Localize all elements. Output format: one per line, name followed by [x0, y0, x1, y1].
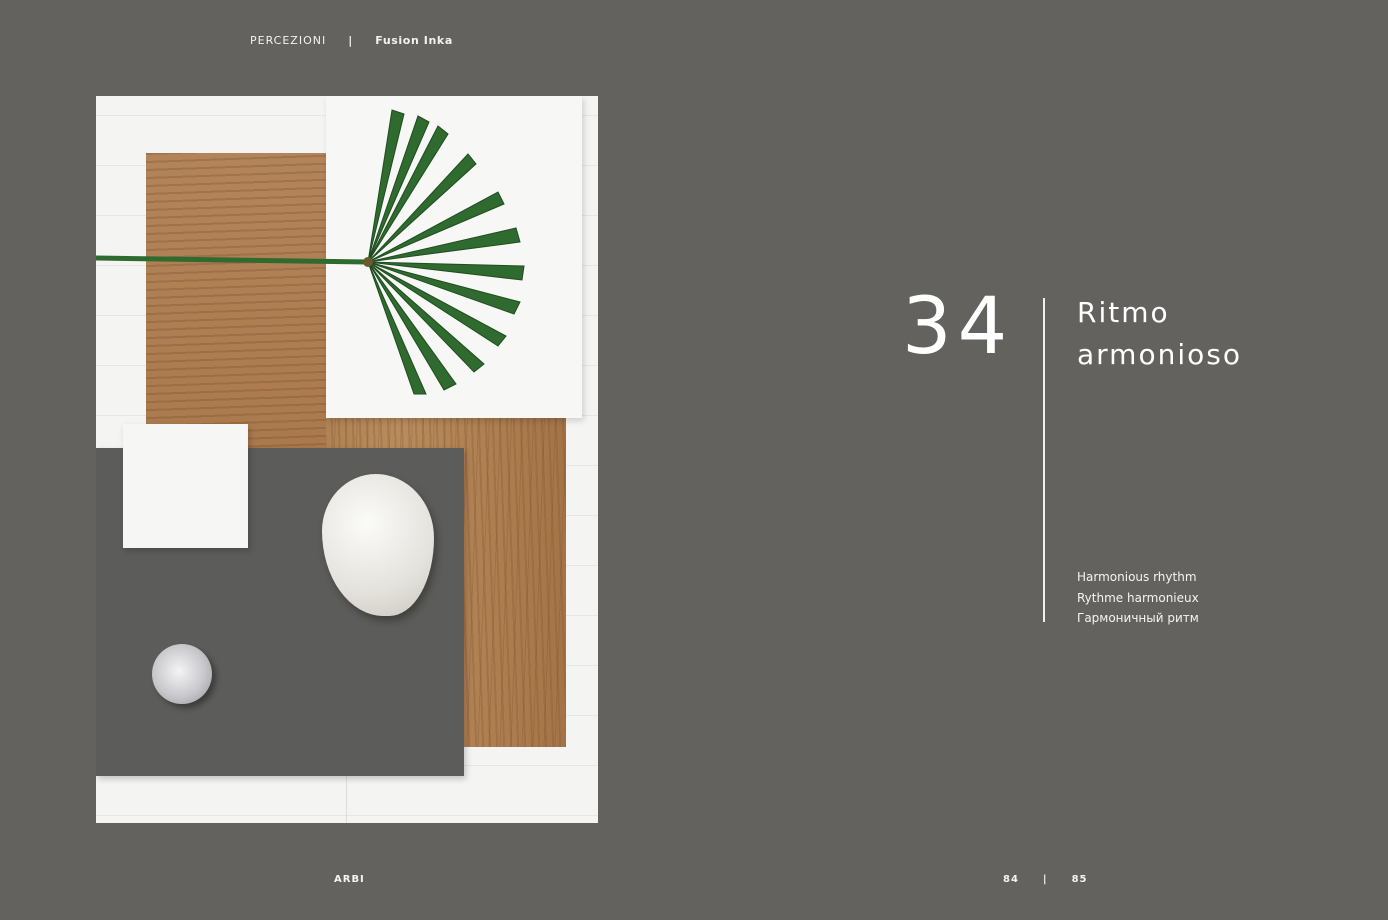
header-separator: |: [348, 34, 354, 47]
chapter-title: Ritmo armonioso: [1077, 292, 1242, 376]
page-number-right: 85: [1071, 874, 1088, 885]
header-section: PERCEZIONI: [250, 34, 327, 47]
header-collection: Fusion Inka: [375, 34, 453, 47]
title-line-2: armonioso: [1077, 338, 1242, 371]
translation-russian: Гармоничный ритм: [1077, 611, 1199, 625]
page-number-separator: |: [1042, 874, 1048, 885]
metal-knob: [152, 644, 212, 704]
translation-english: Harmonious rhythm: [1077, 570, 1197, 584]
chapter-number: 34: [902, 282, 1014, 372]
page-header: PERCEZIONI | Fusion Inka: [250, 34, 453, 47]
translation-french: Rythme harmonieux: [1077, 590, 1199, 605]
page-numbers: 84 | 85: [1003, 874, 1088, 885]
moodboard-photo: [96, 96, 598, 823]
title-translations: Harmonious rhythm Rythme harmonieux Гарм…: [1077, 567, 1199, 629]
title-line-1: Ritmo: [1077, 296, 1170, 329]
catalog-spread: PERCEZIONI | Fusion Inka 34 Ritmo armoni…: [0, 0, 1388, 920]
vertical-divider: [1043, 298, 1045, 622]
footer-brand: ARBI: [334, 874, 365, 885]
page-number-left: 84: [1003, 874, 1019, 885]
white-sample-tile: [123, 424, 248, 548]
